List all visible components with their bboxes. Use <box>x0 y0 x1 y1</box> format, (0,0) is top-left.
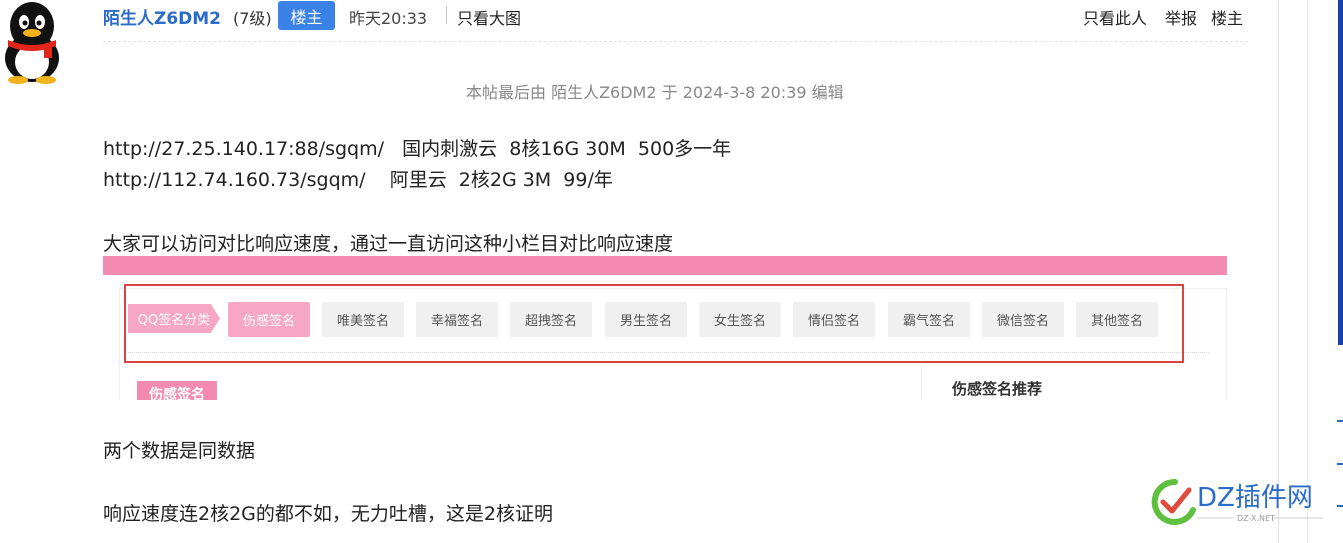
floor-owner-link[interactable]: 楼主 <box>1211 5 1243 29</box>
only-this-user-link[interactable]: 只看此人 <box>1083 5 1147 29</box>
dz-logo-icon: DZ插件网 DZ-X.NET <box>1151 478 1323 525</box>
nav-bar <box>103 256 1227 275</box>
sidebar-dash <box>1337 420 1343 422</box>
left-panel <box>119 366 922 400</box>
author-name[interactable]: 陌生人Z6DM2 <box>103 4 221 29</box>
recommend-title: 伤感签名推荐 <box>952 380 1043 398</box>
owner-badge: 楼主 <box>278 1 335 30</box>
sidebar-border <box>1307 0 1308 543</box>
report-link[interactable]: 举报 <box>1165 5 1197 29</box>
sidebar-banner <box>1338 0 1343 345</box>
author-level: (7级) <box>233 9 272 28</box>
sidebar-dash <box>1337 463 1343 465</box>
post-line-2: http://112.74.160.73/sgqm/ 阿里云 2核2G 3M 9… <box>103 169 613 191</box>
content-border <box>1278 0 1279 543</box>
sidebar-dash <box>1337 505 1343 507</box>
qq-penguin-icon <box>5 2 59 84</box>
post-line-3: 大家可以访问对比响应速度，通过一直访问这种小栏目对比响应速度 <box>103 233 674 255</box>
section-title: 伤感签名 <box>137 381 217 400</box>
post-line-5: 响应速度连2核2G的都不如，无力吐槽，这是2核证明 <box>103 503 553 525</box>
edited-note: 本帖最后由 陌生人Z6DM2 于 2024-3-8 20:39 编辑 <box>466 83 844 102</box>
watermark: DZ插件网 DZ-X.NET <box>1145 472 1330 532</box>
user-avatar[interactable] <box>0 0 64 84</box>
post-line-4: 两个数据是同数据 <box>103 440 256 462</box>
view-big-image-link[interactable]: 只看大图 <box>457 5 521 29</box>
separator <box>446 6 447 24</box>
header-divider <box>103 41 1248 42</box>
post-time: 昨天20:33 <box>349 9 428 28</box>
highlight-box <box>124 284 1184 363</box>
post-line-1: http://27.25.140.17:88/sgqm/ 国内刺激云 8核16G… <box>103 138 732 160</box>
svg-text:DZ-X.NET: DZ-X.NET <box>1237 514 1275 523</box>
svg-text:DZ插件网: DZ插件网 <box>1197 483 1313 513</box>
embedded-screenshot[interactable]: QQ签名分类 伤感签名 唯美签名 幸福签名 超拽签名 男生签名 女生签名 情侣签… <box>103 256 1227 400</box>
